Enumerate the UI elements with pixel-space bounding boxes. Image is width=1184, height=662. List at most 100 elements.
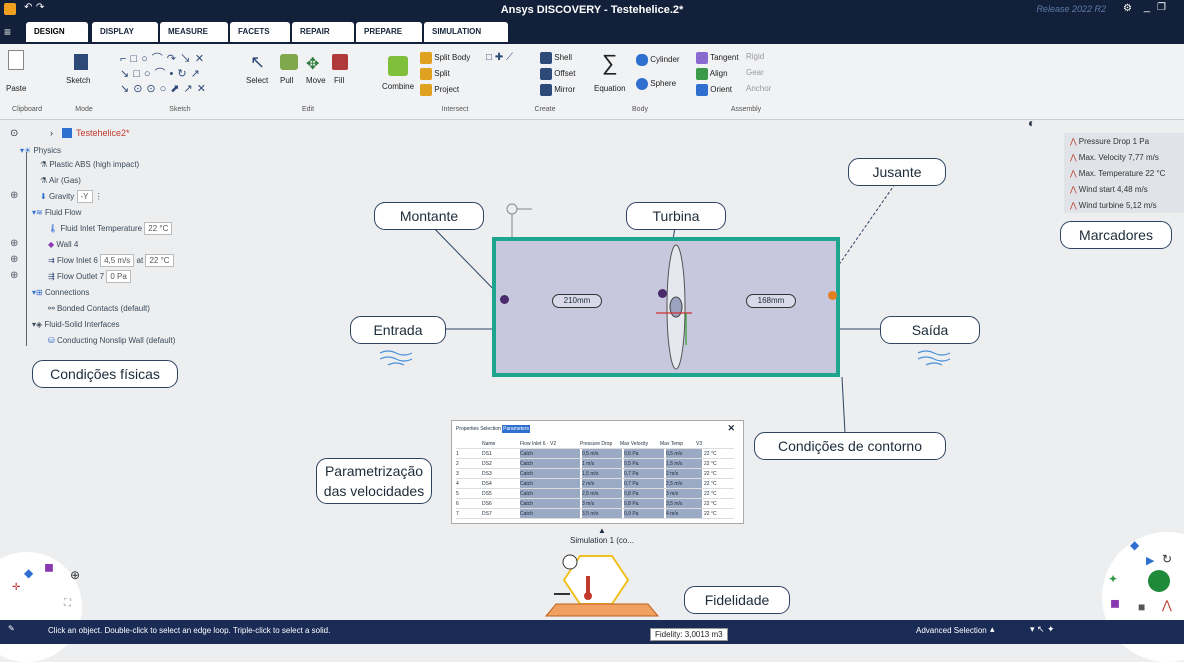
- table-row[interactable]: 1 DS1 Catch 0,5 m/s 0,5 Pa 0,5 m/s 22 °C: [456, 449, 734, 459]
- table-cell[interactable]: 2,5 m/s: [582, 489, 622, 498]
- table-cell[interactable]: 0,7 Pa: [624, 469, 664, 478]
- callout-marcadores: Marcadores: [1060, 221, 1172, 249]
- table-cell[interactable]: 22 °C: [704, 459, 734, 468]
- table-cell[interactable]: 4 m/s: [666, 509, 702, 518]
- chevron-up-icon[interactable]: ▴: [990, 624, 995, 635]
- table-cell[interactable]: 0,8 Pa: [624, 489, 664, 498]
- table-cell: DS6: [482, 501, 492, 507]
- table-cell[interactable]: 3,5 m/s: [582, 509, 622, 518]
- tab-parameters[interactable]: Parameters: [502, 425, 530, 433]
- marker-value: 1 Pa: [1132, 137, 1150, 146]
- table-row[interactable]: 5 DS5 Catch 2,5 m/s 0,8 Pa 3 m/s 22 °C: [456, 489, 734, 499]
- table-header-row: Name Flow Inlet 6 · V2 Pressure Drop Max Ve…: [456, 439, 734, 449]
- marker-row[interactable]: ⋀ Pressure Drop 1 Pa: [1070, 137, 1149, 146]
- play-icon[interactable]: ▶: [1146, 554, 1154, 567]
- fit-icon[interactable]: ⛶: [64, 598, 71, 609]
- parameters-table: Properties Selection Parameters ✕ Name Fl…: [451, 420, 744, 524]
- simulation-name[interactable]: Simulation 1 (co...: [570, 536, 634, 545]
- table-body: Name Flow Inlet 6 · V2 Pressure Drop Max Ve…: [456, 439, 734, 519]
- turbine-marker[interactable]: [658, 289, 667, 298]
- table-cell[interactable]: 0,5 m/s: [666, 449, 702, 458]
- chevron-up-icon[interactable]: ▲: [598, 526, 606, 535]
- tab-selection[interactable]: Selection: [480, 426, 501, 432]
- dimension-left[interactable]: 210mm: [552, 294, 602, 308]
- mesh-icon[interactable]: ✦: [1108, 572, 1118, 586]
- table-cell[interactable]: 3 m/s: [582, 499, 622, 508]
- table-cell[interactable]: 0,5 Pa: [624, 449, 664, 458]
- fluid-domain[interactable]: 210mm 168mm: [492, 237, 840, 377]
- inlet-marker[interactable]: [500, 295, 509, 304]
- marker-icon: ⋀: [1070, 153, 1077, 162]
- table-cell[interactable]: 0,7 Pa: [624, 479, 664, 488]
- marker-value: 5,12 m/s: [1125, 201, 1157, 210]
- table-cell[interactable]: 2 m/s: [666, 469, 702, 478]
- selection-mode[interactable]: Advanced Selection: [916, 626, 987, 635]
- table-row[interactable]: 3 DS3 Catch 1,5 m/s 0,7 Pa 2 m/s 22 °C: [456, 469, 734, 479]
- table-header-cell: V3: [696, 441, 703, 447]
- table-row[interactable]: 2 DS2 Catch 1 m/s 0,5 Pa 1,5 m/s 22 °C: [456, 459, 734, 469]
- table-cell[interactable]: Catch: [520, 509, 580, 518]
- callout-parametrizacao: Parametrização das velocidades: [316, 458, 432, 504]
- table-row[interactable]: 6 DS6 Catch 3 m/s 0,8 Pa 3,5 m/s 22 °C: [456, 499, 734, 509]
- marker-row[interactable]: ⋀ Max. Temperature 22 °C: [1070, 169, 1165, 178]
- filter-icon[interactable]: ▾ ↖ ✦: [1030, 624, 1055, 635]
- marker-row[interactable]: ⋀ Wind turbine 5,12 m/s: [1070, 201, 1157, 210]
- table-cell[interactable]: Catch: [520, 459, 580, 468]
- callout-fidelidade: Fidelidade: [684, 586, 790, 614]
- table-cell[interactable]: 2,5 m/s: [666, 479, 702, 488]
- view-cube-icon[interactable]: ◆: [24, 566, 33, 580]
- table-cell[interactable]: 22 °C: [704, 449, 734, 458]
- table-cell[interactable]: 22 °C: [704, 469, 734, 478]
- reset-icon[interactable]: ↻: [1162, 552, 1172, 566]
- table-cell: [466, 449, 482, 458]
- results-icon[interactable]: ◼: [1110, 596, 1120, 610]
- probe-icon[interactable]: ⋀: [1162, 598, 1172, 612]
- marker-value: 7,77 m/s: [1128, 153, 1159, 162]
- table-cell[interactable]: Catch: [520, 489, 580, 498]
- table-cell[interactable]: 22 °C: [704, 499, 734, 508]
- table-tabs: Properties Selection Parameters: [456, 425, 530, 433]
- table-cell: 2: [456, 461, 459, 467]
- stop-icon[interactable]: ■: [1138, 600, 1145, 614]
- outlet-marker[interactable]: [828, 291, 837, 300]
- table-cell: [466, 469, 482, 478]
- table-cell: DS2: [482, 461, 492, 467]
- table-cell[interactable]: Catch: [520, 499, 580, 508]
- table-cell[interactable]: Catch: [520, 449, 580, 458]
- table-cell[interactable]: 22 °C: [704, 479, 734, 488]
- table-cell[interactable]: 1,5 m/s: [666, 459, 702, 468]
- table-cell[interactable]: 1,5 m/s: [582, 469, 622, 478]
- table-cell[interactable]: 2 m/s: [582, 479, 622, 488]
- display-icon[interactable]: ◼: [44, 560, 54, 574]
- marker-row[interactable]: ⋀ Max. Velocity 7,77 m/s: [1070, 153, 1159, 162]
- tab-properties[interactable]: Properties: [456, 426, 479, 432]
- body-icon[interactable]: ◆: [1130, 538, 1139, 552]
- table-cell[interactable]: 22 °C: [704, 489, 734, 498]
- table-cell[interactable]: Catch: [520, 479, 580, 488]
- table-cell[interactable]: 22 °C: [704, 509, 734, 518]
- table-row[interactable]: 4 DS4 Catch 2 m/s 0,7 Pa 2,5 m/s 22 °C: [456, 479, 734, 489]
- close-icon[interactable]: ✕: [727, 423, 735, 434]
- fidelity-selector[interactable]: [540, 550, 664, 622]
- table-cell: DS5: [482, 491, 492, 497]
- marker-row[interactable]: ⋀ Wind start 4,48 m/s: [1070, 185, 1148, 194]
- table-cell[interactable]: 0,8 Pa: [624, 499, 664, 508]
- table-row[interactable]: 7 DS7 Catch 3,5 m/s 0,9 Pa 4 m/s 22 °C: [456, 509, 734, 519]
- marker-label: Max. Temperature: [1078, 169, 1144, 178]
- table-cell[interactable]: 3,5 m/s: [666, 499, 702, 508]
- table-cell[interactable]: 0,9 Pa: [624, 509, 664, 518]
- table-cell[interactable]: 0,5 Pa: [624, 459, 664, 468]
- marker-value: 4,48 m/s: [1117, 185, 1148, 194]
- table-cell[interactable]: 1 m/s: [582, 459, 622, 468]
- axis-icon[interactable]: ✛: [12, 582, 20, 593]
- table-cell[interactable]: 0,5 m/s: [582, 449, 622, 458]
- power-icon[interactable]: [1148, 570, 1170, 592]
- marker-value: 22 °C: [1145, 169, 1166, 178]
- table-cell[interactable]: Catch: [520, 469, 580, 478]
- zoom-icon[interactable]: ⊕: [70, 568, 80, 582]
- table-cell: 1: [456, 451, 459, 457]
- table-cell[interactable]: 3 m/s: [666, 489, 702, 498]
- marker-label: Max. Velocity: [1078, 153, 1126, 162]
- dimension-right[interactable]: 168mm: [746, 294, 796, 308]
- table-cell: DS7: [482, 511, 492, 517]
